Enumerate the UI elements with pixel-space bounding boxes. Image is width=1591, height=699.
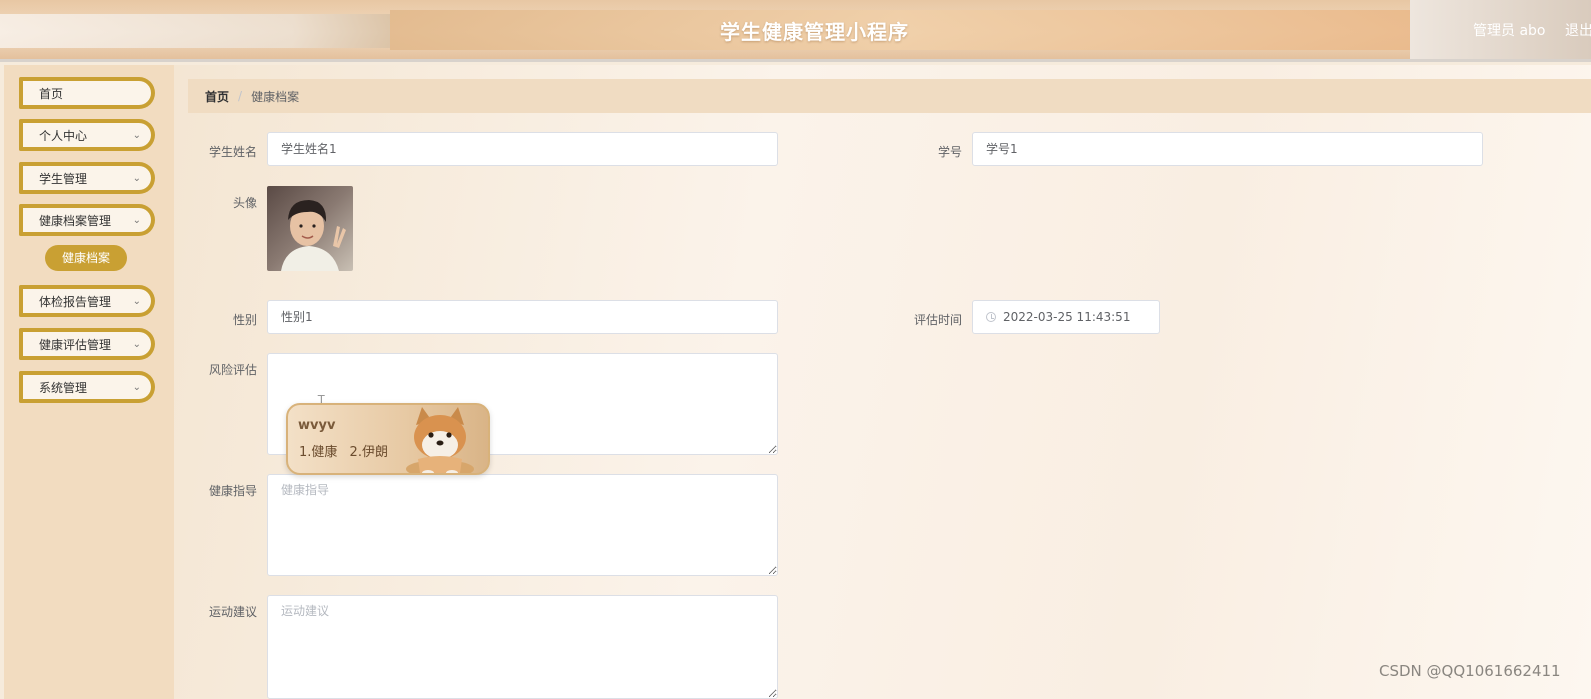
sidebar-item-checkup-report-management[interactable]: 体检报告管理 ⌄ — [19, 285, 155, 317]
sidebar-item-health-record-management[interactable]: 健康档案管理 ⌄ — [19, 204, 155, 236]
chevron-up-icon: ⌄ — [132, 215, 141, 226]
ime-candidate-1[interactable]: 1.健康 — [299, 445, 337, 460]
ime-composition-text: wvyv — [298, 418, 336, 433]
sidebar-item-student-management[interactable]: 学生管理 ⌄ — [19, 162, 155, 194]
gender-field[interactable]: 性别1 — [267, 300, 778, 334]
breadcrumb-current: 健康档案 — [251, 89, 300, 104]
student-id-label: 学号 — [937, 145, 962, 159]
chevron-down-icon: ⌄ — [132, 296, 141, 307]
health-guidance-label: 健康指导 — [208, 484, 257, 498]
sidebar-item-label: 个人中心 — [39, 128, 88, 143]
sidebar-item-personal-center[interactable]: 个人中心 ⌄ — [19, 119, 155, 151]
exercise-advice-textarea[interactable] — [267, 595, 778, 699]
eval-time-datepicker[interactable]: 2022-03-25 11:43:51 — [972, 300, 1160, 334]
student-name-field[interactable]: 学生姓名1 — [267, 132, 778, 166]
csdn-watermark: CSDN @QQ1061662411 — [1379, 662, 1561, 680]
admin-user-label: 管理员 abo — [1473, 23, 1546, 39]
sidebar-item-system-management[interactable]: 系统管理 ⌄ — [19, 371, 155, 403]
breadcrumb: 首页 / 健康档案 — [188, 79, 1591, 113]
app-title: 学生健康管理小程序 — [720, 20, 909, 44]
breadcrumb-home-link[interactable]: 首页 — [205, 88, 229, 105]
breadcrumb-separator: / — [238, 89, 243, 103]
shiba-dog-skin-icon — [406, 407, 474, 473]
sidebar-item-label: 系统管理 — [39, 380, 88, 395]
sidebar-item-label: 学生管理 — [39, 171, 88, 186]
sidebar-subitem-health-record[interactable]: 健康档案 — [45, 245, 127, 271]
ime-candidate-list: 1.健康 2.伊朗 — [299, 441, 396, 460]
logout-link[interactable]: 退出 — [1565, 20, 1591, 40]
eval-time-value: 2022-03-25 11:43:51 — [1003, 310, 1131, 324]
risk-assessment-label: 风险评估 — [208, 363, 257, 377]
ime-candidate-2[interactable]: 2.伊朗 — [350, 445, 388, 460]
sidebar-item-health-evaluation-management[interactable]: 健康评估管理 ⌄ — [19, 328, 155, 360]
sidebar: 首页 个人中心 ⌄ 学生管理 ⌄ 健康档案管理 ⌄ 健康档案 体检报告管理 ⌄ … — [4, 65, 174, 699]
sidebar-item-label: 健康档案管理 — [39, 213, 112, 228]
eval-time-label: 评估时间 — [913, 313, 962, 327]
sidebar-item-label: 体检报告管理 — [39, 294, 112, 309]
main-content: 首页 / 健康档案 学生姓名 学生姓名1 学号 学号1 头像 性别 性别1 评估… — [174, 65, 1591, 699]
gender-label: 性别 — [232, 313, 257, 327]
top-header: 学生健康管理小程序 管理员 abo 退出 — [0, 0, 1591, 62]
clock-icon — [986, 312, 996, 322]
sidebar-item-label: 首页 — [39, 86, 64, 101]
header-decoration-left — [0, 14, 390, 48]
chevron-down-icon: ⌄ — [132, 173, 141, 184]
chevron-down-icon: ⌄ — [132, 339, 141, 350]
chevron-down-icon: ⌄ — [132, 382, 141, 393]
avatar-label: 头像 — [232, 196, 257, 210]
student-id-field[interactable]: 学号1 — [972, 132, 1483, 166]
sidebar-item-home[interactable]: 首页 — [19, 77, 155, 109]
student-name-label: 学生姓名 — [208, 145, 257, 159]
health-guidance-textarea[interactable] — [267, 474, 778, 576]
avatar-image[interactable] — [267, 186, 353, 271]
ime-candidate-popup: wvyv 1.健康 2.伊朗 — [286, 403, 490, 475]
exercise-advice-label: 运动建议 — [208, 605, 257, 619]
avatar-photo-icon — [267, 186, 353, 271]
sidebar-item-label: 健康评估管理 — [39, 337, 112, 352]
chevron-down-icon: ⌄ — [132, 130, 141, 141]
